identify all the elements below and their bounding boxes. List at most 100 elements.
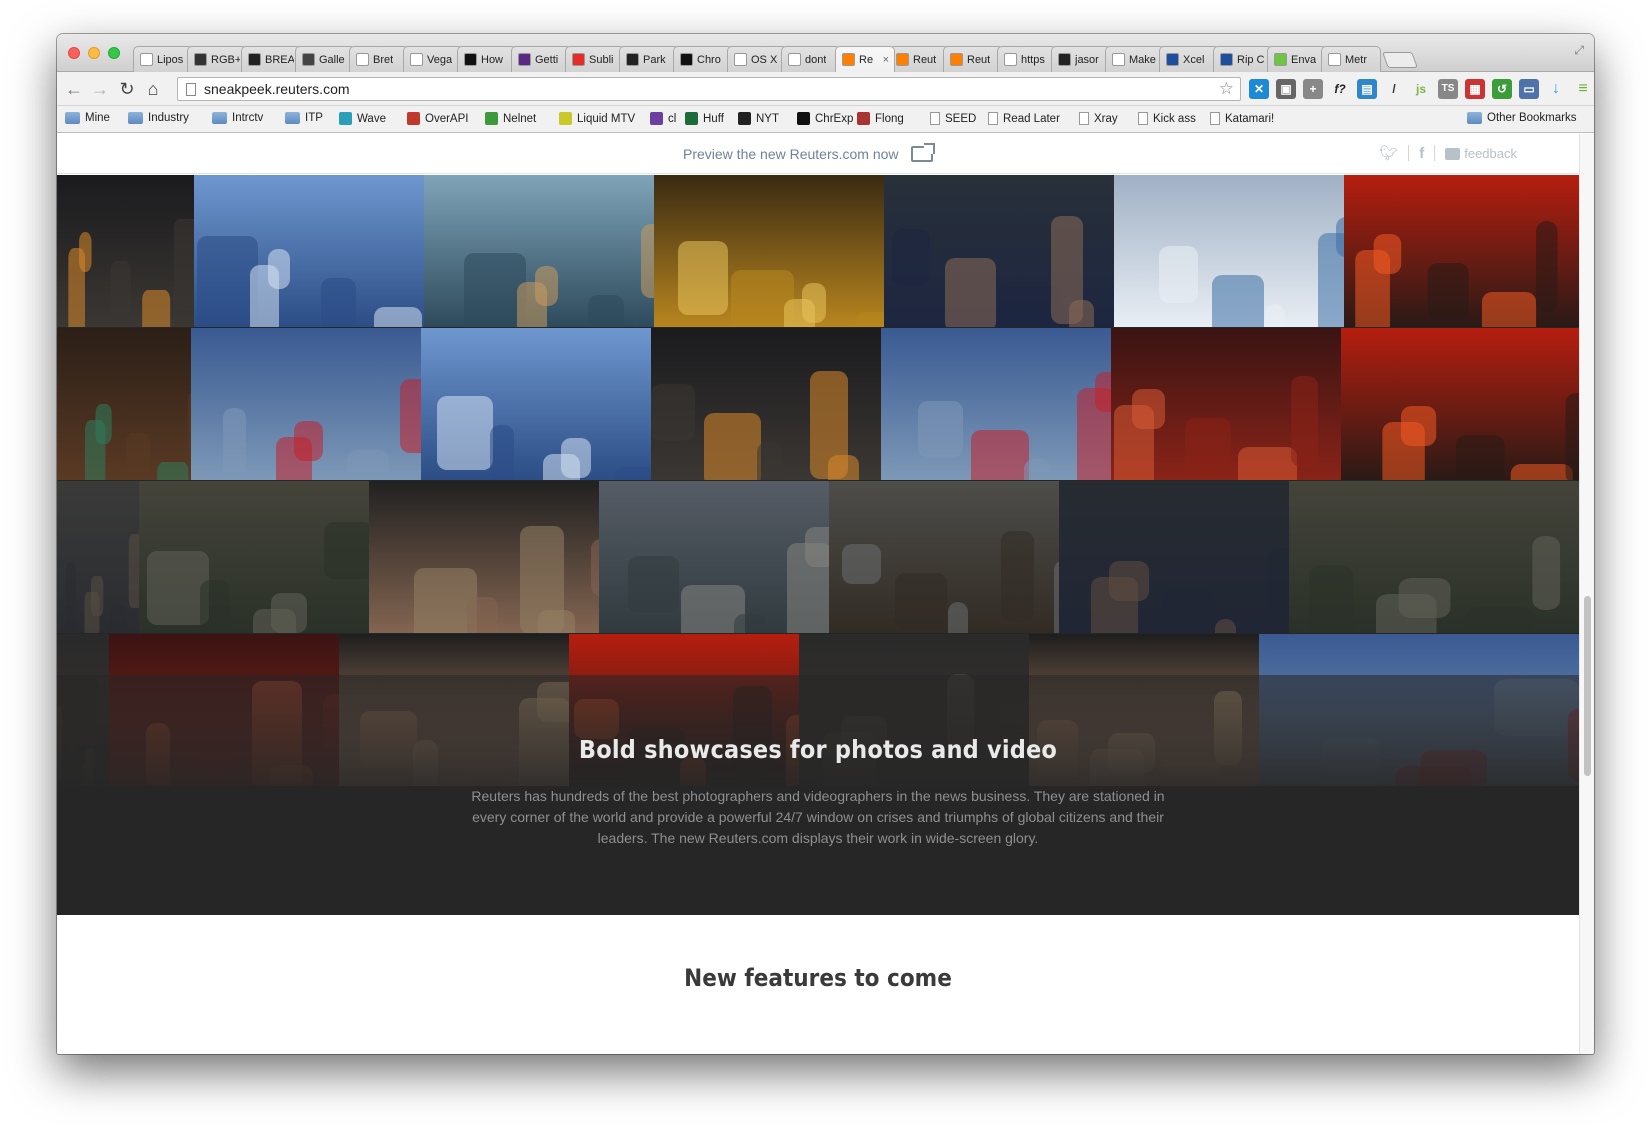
bookmark-item[interactable]: Huff [685, 112, 724, 125]
browser-tab[interactable]: Xcel [1159, 46, 1219, 72]
bookmark-item[interactable]: ChrExp [797, 112, 853, 125]
photo-tile[interactable] [654, 175, 884, 327]
extension-window-icon[interactable]: ▤ [1357, 79, 1377, 99]
bookmark-item[interactable]: Intrctv [212, 112, 263, 124]
browser-tab[interactable]: dont [781, 46, 841, 72]
browser-tab[interactable]: BREA [241, 46, 301, 72]
bookmark-item[interactable]: Nelnet [485, 112, 536, 125]
browser-tab[interactable]: Rip C [1213, 46, 1273, 72]
photo-tile[interactable] [1341, 328, 1579, 480]
facebook-icon[interactable]: f [1419, 145, 1424, 162]
bookmark-item[interactable]: Mine [65, 112, 110, 124]
bookmark-item[interactable]: Industry [128, 112, 189, 124]
browser-tab[interactable]: RGB+ [187, 46, 247, 72]
minimize-window-button[interactable] [88, 47, 100, 59]
new-tab-button[interactable] [1382, 52, 1418, 68]
menu-icon[interactable]: ≡ [1573, 79, 1593, 99]
bookmark-item[interactable]: cl [650, 112, 676, 125]
bookmark-item[interactable]: Katamari! [1210, 112, 1274, 125]
photo-tile[interactable] [57, 175, 194, 327]
address-bar[interactable]: sneakpeek.reuters.com ☆ [177, 77, 1241, 101]
extension-function-icon[interactable]: f? [1330, 79, 1350, 99]
browser-tab[interactable]: Reut [943, 46, 1003, 72]
photo-tile[interactable] [1114, 175, 1344, 327]
photo-tile[interactable] [1344, 175, 1579, 327]
photo-tile[interactable] [369, 481, 599, 633]
photo-tile[interactable] [651, 328, 881, 480]
home-button[interactable]: ⌂ [142, 78, 164, 100]
other-bookmarks-folder[interactable]: Other Bookmarks [1467, 112, 1576, 124]
bookmark-item[interactable]: Read Later [988, 112, 1060, 125]
photo-tile[interactable] [57, 328, 191, 480]
extension-browser-icon[interactable]: ▭ [1519, 79, 1539, 99]
browser-tab[interactable]: Re × [835, 46, 895, 72]
photo-tile[interactable] [829, 481, 1059, 633]
extension-eyedropper-icon[interactable]: / [1384, 79, 1404, 99]
extension-calendar-icon[interactable]: ▦ [1465, 79, 1485, 99]
photo-tile[interactable] [424, 175, 654, 327]
zoom-window-button[interactable] [108, 47, 120, 59]
photo-tile[interactable] [1289, 481, 1579, 633]
photo-tile[interactable] [421, 328, 651, 480]
photo-tile[interactable] [139, 481, 369, 633]
reload-button[interactable]: ↻ [116, 78, 138, 100]
extension-refresh-icon[interactable]: ↺ [1492, 79, 1512, 99]
photo-tile[interactable] [191, 328, 421, 480]
close-window-button[interactable] [68, 47, 80, 59]
d-icon [464, 53, 477, 66]
features-section: New features to come [57, 964, 1579, 992]
bookmark-item[interactable]: NYT [738, 112, 779, 125]
extension-ts-icon[interactable]: TS [1438, 79, 1458, 99]
bookmark-item[interactable]: Wave [339, 112, 386, 125]
browser-tab[interactable]: Subli [565, 46, 625, 72]
browser-tab[interactable]: Vega [403, 46, 463, 72]
browser-tab[interactable]: Metr [1321, 46, 1381, 72]
photo-tile[interactable] [599, 481, 829, 633]
photo-tile[interactable] [194, 175, 424, 327]
close-tab-icon[interactable]: × [883, 54, 889, 66]
browser-tab[interactable]: Lipos [133, 46, 193, 72]
browser-tab[interactable]: OS X [727, 46, 787, 72]
photo-tile[interactable] [881, 328, 1111, 480]
browser-tab[interactable]: Enva [1267, 46, 1327, 72]
browser-tab[interactable]: How [457, 46, 517, 72]
browser-tab[interactable]: Reut [889, 46, 949, 72]
bookmark-item[interactable]: ITP [285, 112, 323, 124]
extension-js-icon[interactable]: js [1411, 79, 1431, 99]
bookmark-item[interactable]: Kick ass [1138, 112, 1196, 125]
page-scrollbar[interactable] [1579, 134, 1594, 1054]
forward-button[interactable]: → [89, 78, 111, 100]
scrollbar-thumb[interactable] [1584, 596, 1591, 776]
photo-tile[interactable] [57, 481, 139, 633]
bookmark-item[interactable]: Liquid MTV [559, 112, 635, 125]
back-button[interactable]: ← [63, 78, 85, 100]
browser-tab[interactable]: Getti [511, 46, 571, 72]
photo-tile[interactable] [1111, 328, 1341, 480]
tab-label: Lipos [157, 53, 184, 66]
browser-tab[interactable]: jasor [1051, 46, 1111, 72]
browser-tab[interactable]: Make [1105, 46, 1165, 72]
photo-tile[interactable] [884, 175, 1114, 327]
browser-tab[interactable]: Bret [349, 46, 409, 72]
tab-label: Make [1129, 53, 1156, 66]
bookmark-item[interactable]: Flong [857, 112, 904, 125]
bookmark-item[interactable]: SEED [930, 112, 976, 125]
bookmark-item[interactable]: OverAPI [407, 112, 468, 125]
extension-plus-icon[interactable]: + [1303, 79, 1323, 99]
extension-download-icon[interactable]: ↓ [1546, 79, 1566, 99]
browser-tab[interactable]: https [997, 46, 1057, 72]
preview-link[interactable]: Preview the new Reuters.com now [683, 143, 935, 162]
bookmark-item[interactable]: Xray [1079, 112, 1118, 125]
browser-tab[interactable]: Galle [295, 46, 355, 72]
apple-icon [734, 53, 747, 66]
tab-label: OS X [751, 53, 778, 66]
photo-tile[interactable] [1059, 481, 1289, 633]
extension-screenshot-icon[interactable]: ▣ [1276, 79, 1296, 99]
bookmark-star-icon[interactable]: ☆ [1219, 79, 1234, 99]
fullscreen-icon[interactable]: ⤢ [1574, 43, 1584, 58]
browser-tab[interactable]: Park [619, 46, 679, 72]
extension-x-icon[interactable]: ✕ [1249, 79, 1269, 99]
feedback-link[interactable]: feedback [1445, 146, 1517, 161]
browser-tab[interactable]: Chro [673, 46, 733, 72]
twitter-icon[interactable]: 🐦︎ [1379, 144, 1398, 162]
